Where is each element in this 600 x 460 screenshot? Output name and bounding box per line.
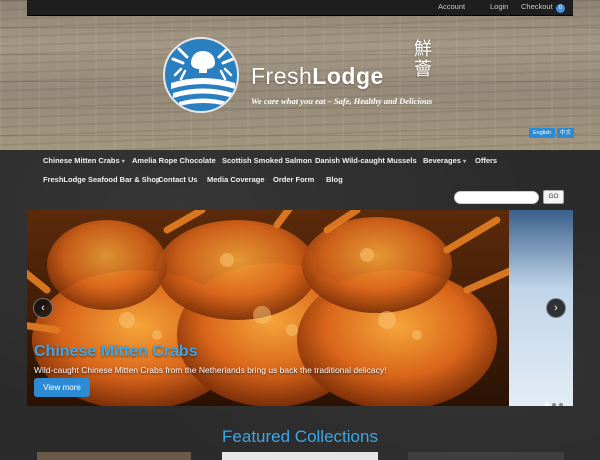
collection-card[interactable] (222, 452, 378, 460)
search-go-button[interactable]: GO (543, 190, 564, 204)
nav-item-contact-us[interactable]: Contact Us (158, 175, 198, 184)
collection-card[interactable] (37, 452, 191, 460)
search-input[interactable] (454, 191, 539, 204)
brand-chinese-name: 鮮薈 (414, 39, 432, 80)
slider-dot[interactable] (559, 403, 563, 406)
hero-title[interactable]: Chinese Mitten Crabs (34, 343, 198, 361)
nav-item-media-coverage[interactable]: Media Coverage (207, 175, 265, 184)
nav-item-order-form[interactable]: Order Form (273, 175, 314, 184)
nav-item-danish-mussels[interactable]: Danish Wild-caught Mussels (315, 156, 417, 165)
hero-subtitle: Wild-caught Chinese Mitten Crabs from th… (34, 365, 387, 375)
chevron-down-icon: ▾ (121, 159, 125, 165)
checkout-label: Checkout (521, 2, 553, 11)
nav-item-amelia-rope-chocolate[interactable]: Amelia Rope Chocolate (132, 156, 216, 165)
nav-item-seafood-bar-shop[interactable]: FreshLodge Seafood Bar & Shop (43, 175, 161, 184)
cart-count-badge: 0 (555, 4, 566, 13)
language-english-button[interactable]: English (529, 128, 555, 138)
collection-card[interactable] (408, 452, 564, 460)
nav-item-scottish-smoked-salmon[interactable]: Scottish Smoked Salmon (222, 156, 312, 165)
featured-collections-heading: Featured Collections (222, 427, 378, 446)
brand-name-light: Fresh (251, 63, 313, 89)
checkout-link[interactable]: Checkout 0 (521, 2, 566, 13)
account-link[interactable]: Account (438, 2, 465, 11)
nav-item-blog[interactable]: Blog (326, 175, 343, 184)
nav-item-label: Chinese Mitten Crabs (43, 156, 120, 165)
slider-dot[interactable] (552, 403, 556, 406)
nav-item-chinese-mitten-crabs[interactable]: Chinese Mitten Crabs ▾ (43, 156, 125, 165)
freshlodge-logo-icon[interactable] (163, 37, 239, 113)
view-more-button[interactable]: View more (34, 378, 90, 397)
brand-tagline: We care what you eat – Safe, Healthy and… (251, 96, 433, 106)
chevron-left-icon[interactable]: ‹ (33, 298, 53, 318)
nav-item-label: Beverages (423, 156, 461, 165)
chevron-right-icon[interactable]: › (546, 298, 566, 318)
hero-crabs-image (27, 210, 573, 406)
chevron-down-icon: ▾ (462, 159, 466, 165)
top-bar: Account Login Checkout 0 (27, 0, 573, 16)
slider-dots (545, 394, 566, 406)
slider-dot[interactable] (545, 403, 549, 406)
language-chinese-button[interactable]: 中文 (557, 128, 574, 138)
brand-name[interactable]: FreshLodge (251, 63, 384, 90)
nav-item-beverages[interactable]: Beverages ▾ (423, 156, 466, 165)
brand-name-bold: Lodge (312, 63, 384, 89)
nav-item-offers[interactable]: Offers (475, 156, 497, 165)
hero-slider: Chinese Mitten Crabs Wild-caught Chinese… (27, 210, 573, 406)
login-link[interactable]: Login (490, 2, 508, 11)
